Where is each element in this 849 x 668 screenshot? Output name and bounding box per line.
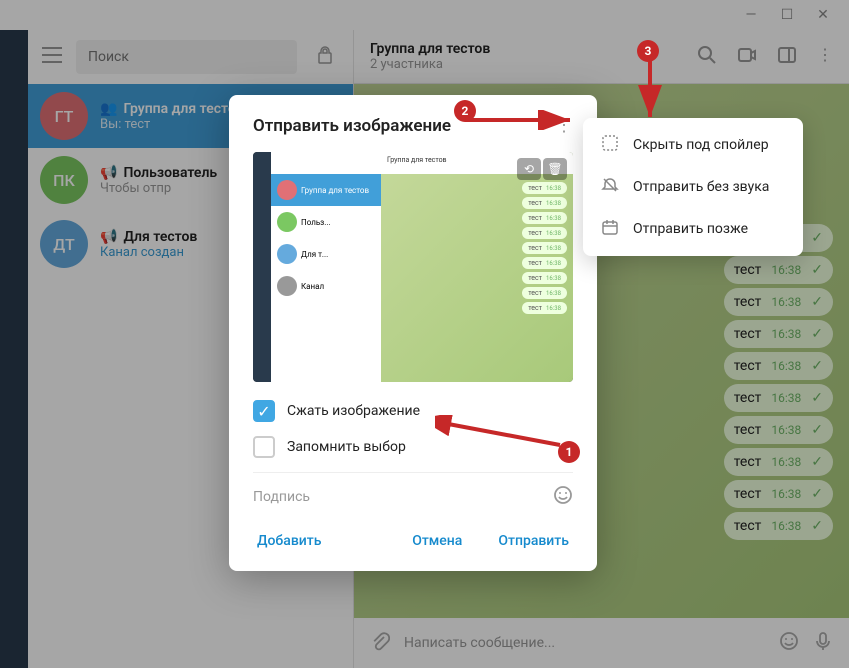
mute-icon — [601, 176, 619, 198]
dialog-title: Отправить изображение — [253, 116, 451, 136]
add-button[interactable]: Добавить — [253, 525, 325, 557]
image-preview: Группа для тестов Польз... Для т... Кана… — [253, 152, 573, 382]
annotation-arrow — [435, 415, 565, 455]
cancel-button[interactable]: Отмена — [408, 525, 466, 557]
send-button[interactable]: Отправить — [494, 525, 573, 557]
remember-checkbox[interactable] — [253, 436, 275, 458]
calendar-icon — [601, 218, 619, 240]
annotation-arrow — [635, 55, 665, 125]
silent-menu-item[interactable]: Отправить без звука — [583, 166, 803, 208]
caption-input[interactable]: Подпись — [253, 489, 553, 505]
annotation-badge-2: 2 — [454, 100, 476, 122]
annotation-arrow — [460, 110, 580, 130]
spoiler-menu-item[interactable]: Скрыть под спойлер — [583, 124, 803, 166]
annotation-badge-3: 3 — [637, 40, 659, 62]
spoiler-icon — [601, 134, 619, 156]
schedule-menu-item[interactable]: Отправить позже — [583, 208, 803, 250]
rotate-icon[interactable]: ⟲ — [517, 158, 541, 180]
emoji-icon[interactable] — [553, 485, 573, 509]
send-image-dialog: Отправить изображение ⋮ Группа для тесто… — [229, 95, 597, 571]
compress-checkbox[interactable]: ✓ — [253, 400, 275, 422]
context-menu: Скрыть под спойлер Отправить без звука О… — [583, 118, 803, 256]
delete-icon[interactable]: 🗑 — [543, 158, 567, 180]
annotation-badge-1: 1 — [558, 441, 580, 463]
